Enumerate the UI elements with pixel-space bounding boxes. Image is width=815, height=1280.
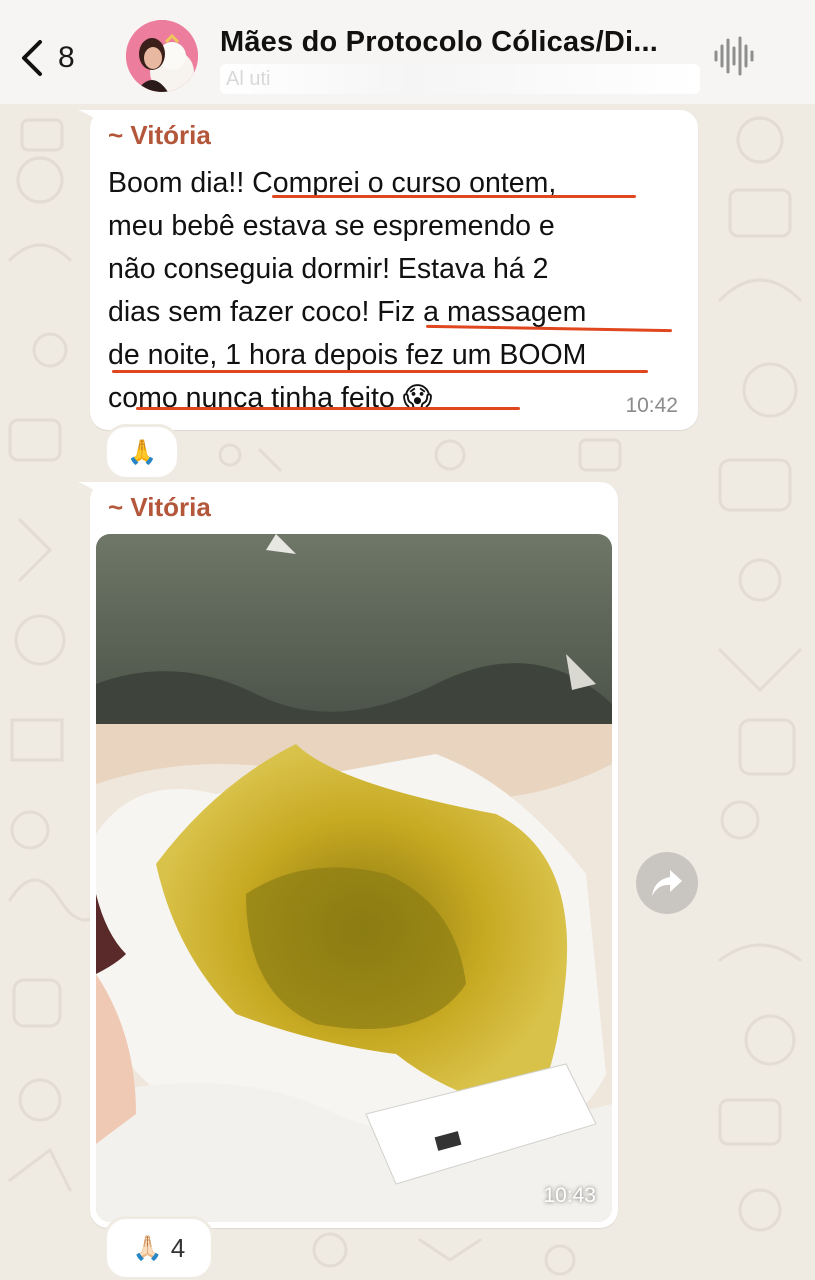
reaction-badge[interactable]: 🙏 (104, 424, 180, 480)
message-line: meu bebê estava se espremendo e (108, 210, 555, 242)
annotation-underline (136, 407, 520, 410)
message-timestamp: 10:43 (543, 1184, 596, 1207)
message-timestamp: 10:42 (625, 394, 678, 417)
message-line: não conseguia dormir! Estava há 2 (108, 253, 549, 285)
chevron-left-icon (22, 40, 42, 76)
pray-emoji: 🙏 (127, 438, 157, 466)
message-bubble-image[interactable]: ~ Vitória 10:43 (90, 482, 618, 1228)
group-avatar[interactable] (126, 20, 198, 92)
message-line: Boom dia!! Comprei o curso ontem, (108, 167, 557, 199)
reaction-badge[interactable]: 🙏🏻 4 (104, 1216, 214, 1280)
share-arrow-icon (652, 870, 682, 896)
unread-count: 8 (58, 41, 75, 74)
message-text: Boom dia!! Comprei o curso ontem, meu be… (108, 162, 688, 420)
sender-name[interactable]: ~ Vitória (108, 492, 211, 523)
group-subtitle: Al uti (220, 64, 700, 94)
annotation-underline (112, 370, 648, 373)
message-bubble-text[interactable]: ~ Vitória Boom dia!! Comprei o curso ont… (90, 110, 698, 430)
message-photo[interactable]: 10:43 (96, 534, 612, 1222)
back-button[interactable]: 8 (18, 30, 98, 86)
group-title[interactable]: Mães do Protocolo Cólicas/Di... (220, 26, 658, 59)
photo-content (96, 534, 612, 1222)
pray-emoji: 🙏🏻 (132, 1234, 163, 1262)
sender-name[interactable]: ~ Vitória (108, 120, 211, 151)
message-line: como nunca tinha feito 😱 (108, 382, 433, 414)
audio-waveform-icon[interactable] (712, 34, 754, 78)
avatar-image (126, 20, 198, 92)
forward-button[interactable] (636, 852, 698, 914)
annotation-underline (272, 195, 636, 198)
chat-header: 8 Mães do Protocolo Cólicas/Di... Al uti (0, 0, 815, 104)
reaction-count: 4 (170, 1232, 186, 1263)
